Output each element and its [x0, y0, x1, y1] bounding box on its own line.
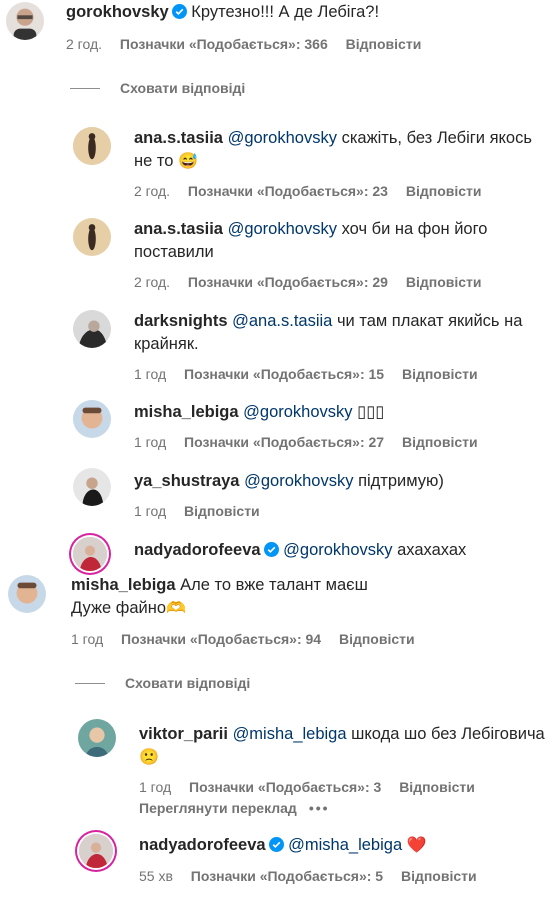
timestamp: 1 год	[71, 631, 104, 647]
username[interactable]: ana.s.tasiia	[134, 220, 223, 238]
reply-button[interactable]: Відповісти	[339, 631, 415, 647]
likes-count[interactable]: Позначки «Подобається»: 94	[121, 631, 321, 647]
comment-text: misha_lebiga @gorokhovsky ▯▯▯	[134, 401, 549, 424]
reply-button[interactable]: Відповісти	[399, 779, 475, 795]
likes-count[interactable]: Позначки «Подобається»: 15	[184, 366, 384, 382]
mention-link[interactable]: @ana.s.tasiia	[232, 312, 332, 330]
see-translation-button[interactable]: Переглянути переклад	[139, 800, 297, 816]
translate-row: Переглянути переклад •••	[139, 800, 330, 816]
hide-replies-button[interactable]: Сховати відповіді	[70, 80, 245, 96]
hide-replies-button[interactable]: Сховати відповіді	[75, 675, 250, 691]
mention-link[interactable]: @gorokhovsky	[228, 129, 337, 147]
timestamp: 1 год	[134, 434, 167, 450]
timestamp: 2 год.	[134, 274, 171, 290]
comment-meta: 1 год Відповісти	[134, 503, 274, 519]
comment-body: Крутезно!!! А де Лебіга?!	[191, 3, 380, 21]
username[interactable]: nadyadorofeeva	[139, 836, 266, 854]
likes-count[interactable]: Позначки «Подобається»: 23	[188, 183, 388, 199]
likes-count[interactable]: Позначки «Подобається»: 366	[120, 36, 328, 52]
comment-text: darksnights @ana.s.tasiia чи там плакат …	[134, 310, 549, 356]
comment-text: misha_lebiga Але то вже талант маєш Дуже…	[71, 574, 549, 620]
reply-button[interactable]: Відповісти	[406, 274, 482, 290]
avatar[interactable]	[73, 310, 111, 348]
reply-button[interactable]: Відповісти	[402, 434, 478, 450]
comment-meta: 2 год. Позначки «Подобається»: 23 Відпов…	[134, 183, 496, 199]
likes-count[interactable]: Позначки «Подобається»: 5	[191, 868, 383, 884]
reply-button[interactable]: Відповісти	[346, 36, 422, 52]
comment-text: ana.s.tasiia @gorokhovsky скажіть, без Л…	[134, 127, 549, 173]
timestamp: 1 год	[139, 779, 172, 795]
divider-line	[75, 682, 105, 684]
comment-meta: 1 год Позначки «Подобається»: 27 Відпові…	[134, 434, 492, 450]
username[interactable]: ya_shustraya	[134, 472, 240, 490]
comment-text: viktor_parii @misha_lebiga шкода шо без …	[139, 723, 549, 769]
verified-badge-icon	[268, 837, 284, 852]
comment-meta: 1 год Позначки «Подобається»: 3 Відповіс…	[139, 779, 489, 795]
mention-link[interactable]: @misha_lebiga	[288, 836, 402, 854]
avatar[interactable]	[73, 468, 111, 506]
divider-line	[70, 87, 100, 89]
reply-button[interactable]: Відповісти	[406, 183, 482, 199]
mention-link[interactable]: @gorokhovsky	[228, 220, 337, 238]
more-options-icon[interactable]: •••	[309, 800, 330, 816]
timestamp: 2 год.	[134, 183, 171, 199]
avatar-story-ring[interactable]	[73, 537, 107, 571]
comment-meta: 2 год. Позначки «Подобається»: 366 Відпо…	[66, 36, 435, 52]
mention-link[interactable]: @gorokhovsky	[244, 472, 353, 490]
comment-body: ▯▯▯	[357, 403, 385, 421]
verified-badge-icon	[171, 4, 187, 19]
username[interactable]: nadyadorofeeva	[134, 541, 261, 559]
emoji: 🙁	[139, 749, 159, 766]
hide-replies-label: Сховати відповіді	[120, 80, 246, 96]
comment-text: ana.s.tasiia @gorokhovsky хоч би на фон …	[134, 218, 549, 264]
comment-body: шкода шо без Лебіговича	[351, 725, 545, 743]
likes-count[interactable]: Позначки «Подобається»: 3	[189, 779, 381, 795]
avatar[interactable]	[73, 218, 111, 256]
comment-body: підтримую)	[358, 472, 444, 490]
mention-link[interactable]: @gorokhovsky	[283, 541, 392, 559]
username[interactable]: misha_lebiga	[71, 576, 176, 594]
comment-meta: 1 год Позначки «Подобається»: 94 Відпові…	[71, 631, 429, 647]
heart-emoji: ❤️	[406, 837, 427, 854]
comment-text: ya_shustraya @gorokhovsky підтримую)	[134, 470, 549, 493]
comment-body-line2: Дуже файно	[71, 599, 167, 617]
emoji: 😅	[178, 153, 198, 170]
avatar[interactable]	[6, 2, 44, 40]
mention-link[interactable]: @misha_lebiga	[233, 725, 347, 743]
comment-meta: 55 хв Позначки «Подобається»: 5 Відповіс…	[139, 868, 491, 884]
comment-body: ахахахах	[397, 541, 467, 559]
likes-count[interactable]: Позначки «Подобається»: 27	[184, 434, 384, 450]
emoji: 🫶	[166, 600, 186, 617]
username[interactable]: gorokhovsky	[66, 3, 169, 21]
comment-meta: 1 год Позначки «Подобається»: 15 Відпові…	[134, 366, 492, 382]
username[interactable]: viktor_parii	[139, 725, 228, 743]
username[interactable]: ana.s.tasiia	[134, 129, 223, 147]
avatar[interactable]	[78, 719, 116, 757]
hide-replies-label: Сховати відповіді	[125, 675, 251, 691]
timestamp: 1 год	[134, 366, 167, 382]
username[interactable]: darksnights	[134, 312, 228, 330]
comment-text: gorokhovsky Крутезно!!! А де Лебіга?!	[66, 1, 549, 24]
timestamp: 55 хв	[139, 868, 173, 884]
reply-button[interactable]: Відповісти	[401, 868, 477, 884]
comment-meta: 2 год. Позначки «Подобається»: 29 Відпов…	[134, 274, 496, 290]
reply-button[interactable]: Відповісти	[402, 366, 478, 382]
reply-button[interactable]: Відповісти	[184, 503, 260, 519]
timestamp: 1 год	[134, 503, 167, 519]
comment-text: nadyadorofeeva @misha_lebiga ❤️	[139, 834, 549, 857]
timestamp: 2 год.	[66, 36, 103, 52]
avatar[interactable]	[73, 127, 111, 165]
comment-body: Але то вже талант маєш	[180, 576, 368, 594]
avatar[interactable]	[8, 575, 46, 613]
likes-count[interactable]: Позначки «Подобається»: 29	[188, 274, 388, 290]
verified-badge-icon	[263, 542, 279, 557]
avatar[interactable]	[73, 400, 111, 438]
mention-link[interactable]: @gorokhovsky	[243, 403, 352, 421]
avatar-story-ring[interactable]	[79, 834, 113, 868]
comment-text: nadyadorofeeva @gorokhovsky ахахахах	[134, 539, 549, 562]
username[interactable]: misha_lebiga	[134, 403, 239, 421]
